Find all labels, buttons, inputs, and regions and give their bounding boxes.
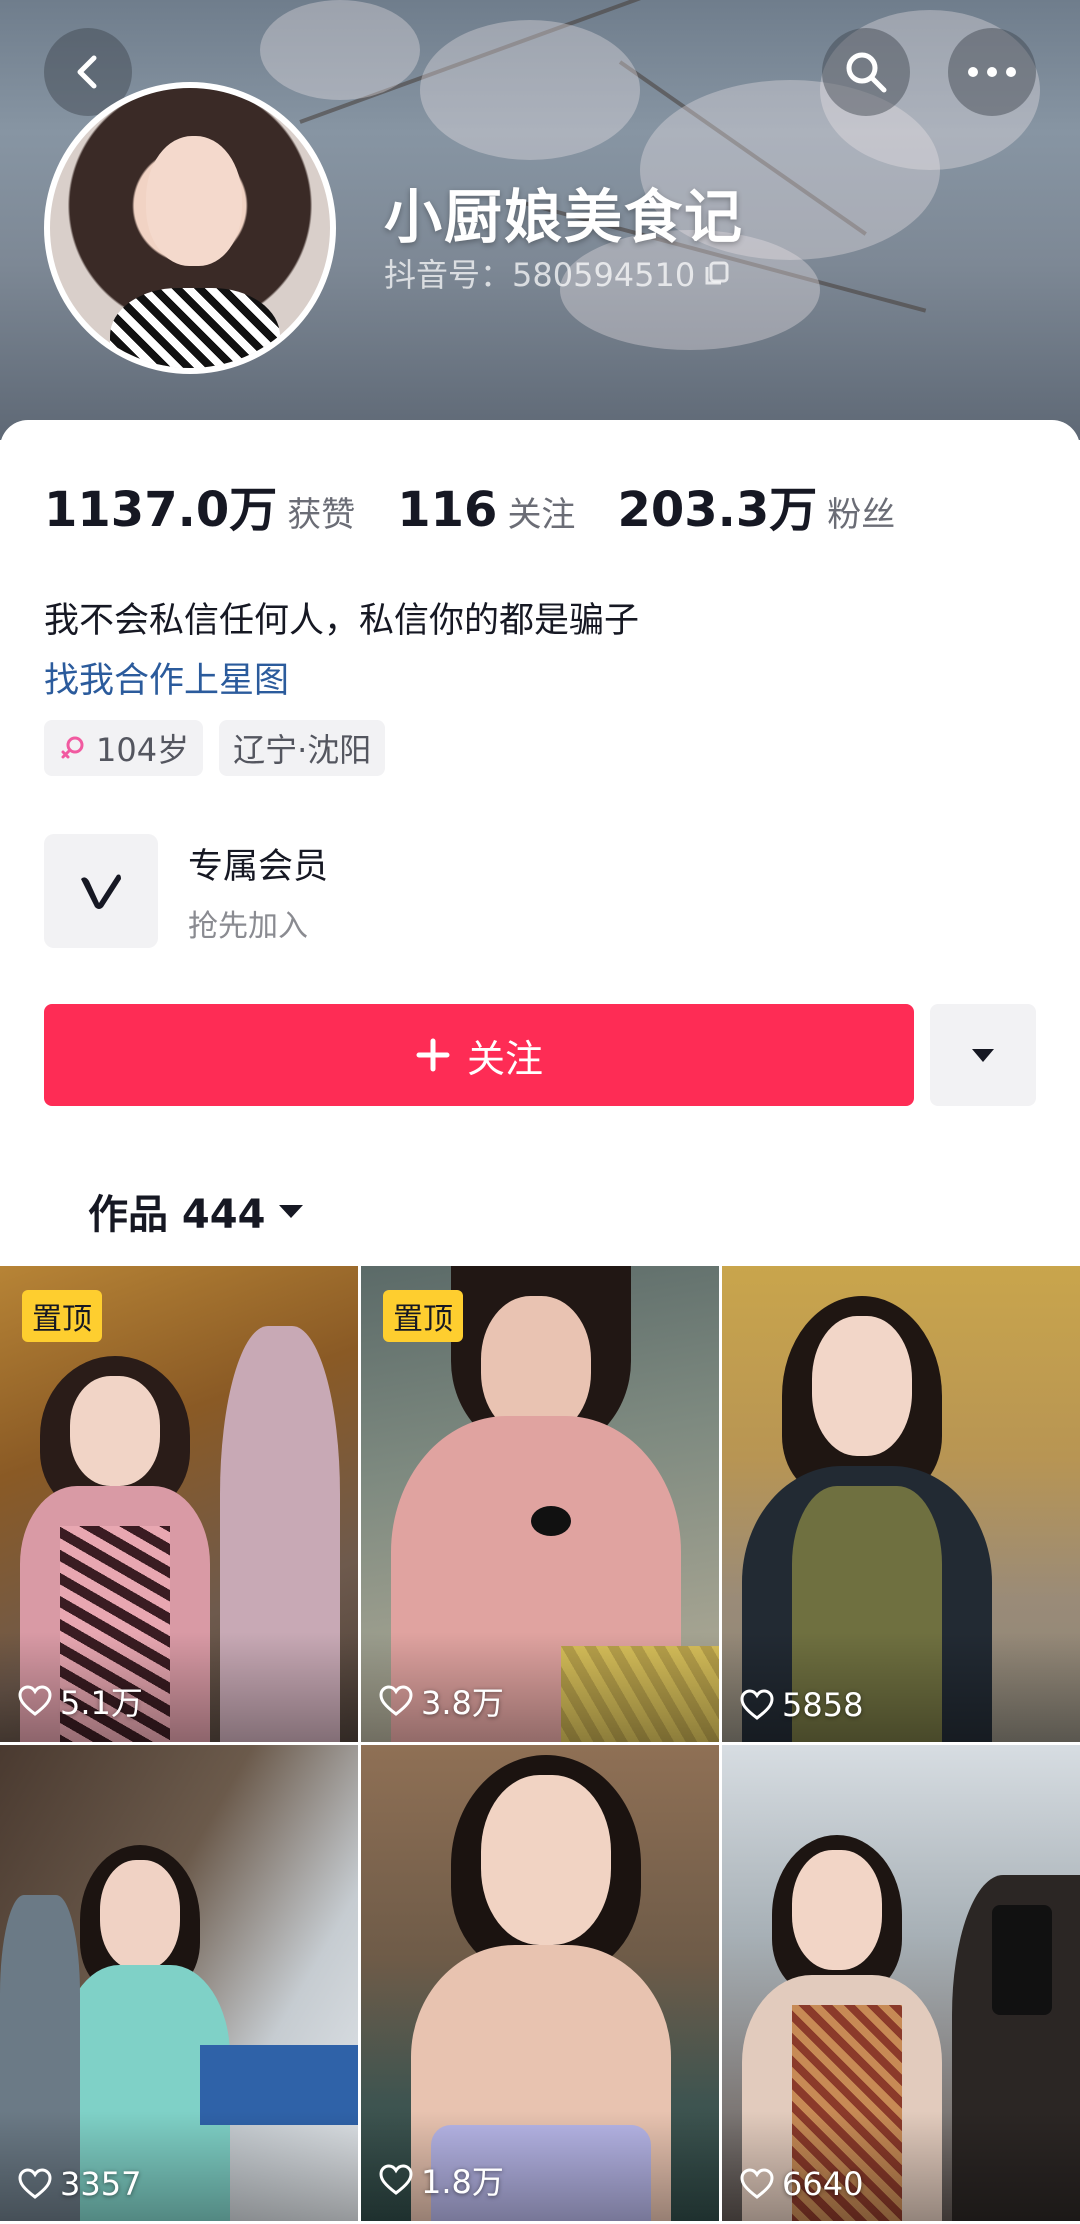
like-count: 5858 <box>740 1686 863 1724</box>
pinned-badge: 置顶 <box>22 1290 102 1342</box>
like-count-text: 3357 <box>60 2165 142 2203</box>
avatar[interactable] <box>44 82 336 374</box>
stat-followers[interactable]: 203.3万 粉丝 <box>617 470 895 540</box>
female-icon <box>61 736 84 759</box>
search-icon <box>846 52 887 93</box>
exclusive-member-entry[interactable]: 专属会员 抢先加入 <box>44 834 328 948</box>
video-thumbnail[interactable]: 置顶 3.8万 <box>361 1266 719 1742</box>
location-tag: 辽宁·沈阳 <box>219 720 386 776</box>
follow-button-label: 关注 <box>466 1036 543 1081</box>
heart-icon <box>379 1685 413 1716</box>
follow-button[interactable]: 关注 <box>44 1004 914 1106</box>
plus-icon <box>416 1038 450 1072</box>
pinned-badge: 置顶 <box>383 1290 463 1342</box>
more-dots-icon <box>968 67 1016 77</box>
like-count: 5.1万 <box>18 1678 143 1724</box>
stat-label: 粉丝 <box>827 495 896 535</box>
age-tag: 104岁 <box>44 720 204 776</box>
member-logo <box>44 834 158 948</box>
v-logo-icon <box>81 874 121 909</box>
caret-down-icon <box>972 1049 994 1062</box>
bio-text: 我不会私信任何人，私信你的都是骗子 <box>44 601 640 641</box>
stat-value: 116 <box>397 482 498 538</box>
profile-tags: 104岁 辽宁·沈阳 <box>44 720 386 776</box>
like-count-text: 5858 <box>782 1686 864 1724</box>
profile-info-panel: 1137.0万 获赞 116 关注 203.3万 粉丝 我不会私信任何人，私信你… <box>0 420 1080 1270</box>
member-title: 专属会员 <box>188 846 329 887</box>
search-button[interactable] <box>822 28 910 116</box>
like-count: 6640 <box>740 2165 863 2203</box>
more-button[interactable] <box>948 28 1036 116</box>
like-count-text: 5.1万 <box>60 1684 143 1722</box>
works-tab-label: 作品 444 <box>88 1192 266 1238</box>
profile-name: 小厨娘美食记 <box>384 183 745 251</box>
like-count-text: 1.8万 <box>421 2163 504 2201</box>
video-thumbnail[interactable]: 置顶 5.1万 <box>0 1266 358 1742</box>
stat-label: 获赞 <box>287 495 356 535</box>
video-thumbnail[interactable]: 5858 <box>722 1266 1080 1742</box>
video-thumbnail[interactable]: 1.8万 <box>361 1745 719 2221</box>
stat-likes[interactable]: 1137.0万 获赞 <box>44 470 355 540</box>
stat-label: 关注 <box>507 495 576 535</box>
chevron-left-icon <box>77 55 97 89</box>
recommend-dropdown-button[interactable] <box>930 1004 1036 1106</box>
video-thumbnail[interactable]: 6640 <box>722 1745 1080 2221</box>
heart-icon <box>379 2164 413 2195</box>
heart-icon <box>740 1689 774 1720</box>
video-thumbnail[interactable]: 3357 <box>0 1745 358 2221</box>
cooperation-link[interactable]: 找我合作上星图 <box>44 652 289 703</box>
copy-icon <box>705 261 729 285</box>
like-count-text: 3.8万 <box>421 1684 504 1722</box>
member-subtitle: 抢先加入 <box>188 908 308 944</box>
like-count-text: 6640 <box>782 2165 864 2203</box>
video-grid: 置顶 5.1万 置顶 3.8万 5858 3357 1.8万 6640 <box>0 1266 1080 2221</box>
location-text: 辽宁·沈阳 <box>233 731 372 769</box>
douyin-id[interactable]: 抖音号：580594510 <box>384 250 731 296</box>
stat-value: 203.3万 <box>617 482 818 538</box>
age-text: 104岁 <box>96 731 190 769</box>
stat-following[interactable]: 116 关注 <box>397 482 575 538</box>
like-count: 3.8万 <box>379 1678 504 1724</box>
douyin-id-text: 抖音号：580594510 <box>384 256 696 294</box>
tab-works[interactable]: 作品 444 <box>88 1182 305 1240</box>
stat-value: 1137.0万 <box>44 482 278 538</box>
heart-icon <box>18 2168 52 2199</box>
like-count: 3357 <box>18 2165 141 2203</box>
heart-icon <box>18 1685 52 1716</box>
caret-down-icon <box>279 1205 304 1218</box>
stats-row: 1137.0万 获赞 116 关注 203.3万 粉丝 <box>44 470 937 540</box>
heart-icon <box>740 2168 774 2199</box>
like-count: 1.8万 <box>379 2157 504 2203</box>
